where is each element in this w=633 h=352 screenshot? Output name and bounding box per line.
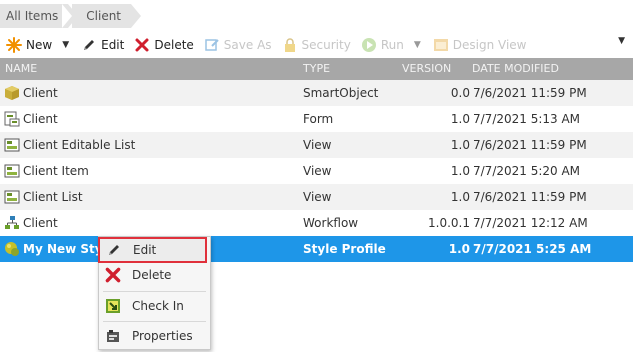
design-view-icon <box>433 37 449 53</box>
context-menu-edit[interactable]: Edit <box>98 237 207 263</box>
column-header-version[interactable]: VERSION <box>402 58 451 80</box>
run-label: Run <box>380 38 404 52</box>
pencil-icon <box>105 241 123 259</box>
row-date-modified: 7/7/2021 5:20 AM <box>473 164 581 178</box>
smartobject-icon <box>4 85 20 101</box>
row-date-modified: 7/7/2021 5:25 AM <box>473 242 592 256</box>
context-menu-check-in-label: Check In <box>132 299 184 313</box>
check-in-icon <box>104 297 122 315</box>
row-version: 1.0 <box>450 190 470 204</box>
row-type: SmartObject <box>303 86 379 100</box>
row-date-modified: 7/6/2021 11:59 PM <box>473 138 587 152</box>
run-icon <box>361 37 377 53</box>
save-as-label: Save As <box>223 38 272 52</box>
run-button[interactable]: Run <box>361 33 404 57</box>
breadcrumb: All Items Client <box>0 4 145 28</box>
new-label: New <box>26 38 53 52</box>
row-type: Form <box>303 112 334 126</box>
context-menu-properties-label: Properties <box>132 329 193 343</box>
context-menu-delete-label: Delete <box>132 268 172 282</box>
row-name: Client <box>23 86 58 100</box>
column-header-type[interactable]: TYPE <box>303 58 330 80</box>
design-view-label: Design View <box>452 38 527 52</box>
row-type: View <box>303 164 332 178</box>
row-type: Workflow <box>303 216 359 230</box>
column-header-date-modified[interactable]: DATE MODIFIED <box>472 58 559 80</box>
row-version: 1.0 <box>450 138 470 152</box>
row-version: 0.0 <box>450 86 470 100</box>
view-icon <box>4 189 20 205</box>
table-row[interactable]: Client Item View 1.0 7/7/2021 5:20 AM <box>0 158 633 184</box>
table-row[interactable]: Client Form 1.0 7/7/2021 5:13 AM <box>0 106 633 132</box>
row-date-modified: 7/7/2021 5:13 AM <box>473 112 581 126</box>
row-version: 1.0 <box>450 112 470 126</box>
view-icon <box>4 163 20 179</box>
table-row[interactable]: Client SmartObject 0.0 7/6/2021 11:59 PM <box>0 80 633 106</box>
new-star-icon <box>6 37 22 53</box>
table-header: NAME TYPE VERSION DATE MODIFIED <box>0 58 633 80</box>
workflow-icon <box>4 215 20 231</box>
row-version: 1.0 <box>450 164 470 178</box>
breadcrumb-client[interactable]: Client <box>62 4 141 28</box>
table-row[interactable]: Client List View 1.0 7/6/2021 11:59 PM <box>0 184 633 210</box>
row-version: 1.0.0.1 <box>428 216 470 230</box>
edit-label: Edit <box>101 38 125 52</box>
delete-x-icon <box>134 37 150 53</box>
toolbar-overflow-chevron-icon[interactable]: ▼ <box>618 36 625 46</box>
delete-button[interactable]: Delete <box>134 33 194 57</box>
row-name: Client <box>23 216 58 230</box>
table-row-selected[interactable]: My New Style Style Profile 1.0 7/7/2021 … <box>0 236 633 262</box>
table-row[interactable]: Client Workflow 1.0.0.1 7/7/2021 12:12 A… <box>0 210 633 236</box>
row-date-modified: 7/6/2021 11:59 PM <box>473 190 587 204</box>
row-name: Client Item <box>23 164 89 178</box>
edit-button[interactable]: Edit <box>81 33 124 57</box>
context-menu-properties[interactable]: Properties <box>99 323 210 349</box>
row-date-modified: 7/7/2021 12:12 AM <box>473 216 588 230</box>
delete-label: Delete <box>154 38 194 52</box>
context-menu-divider <box>103 321 206 322</box>
context-menu-edit-label: Edit <box>133 243 157 257</box>
row-name: Client List <box>23 190 83 204</box>
new-button[interactable]: New <box>6 33 52 57</box>
row-name: Client Editable List <box>23 138 136 152</box>
security-button[interactable]: Security <box>282 33 351 57</box>
row-version: 1.0 <box>448 242 470 256</box>
lock-icon <box>282 37 298 53</box>
delete-x-icon <box>104 266 122 284</box>
breadcrumb-all-items[interactable]: All Items <box>0 4 79 28</box>
save-as-button[interactable]: Save As <box>204 33 272 57</box>
table-row[interactable]: Client Editable List View 1.0 7/6/2021 1… <box>0 132 633 158</box>
design-view-button[interactable]: Design View <box>433 33 527 57</box>
context-menu-delete[interactable]: Delete <box>99 262 210 288</box>
row-type: View <box>303 190 332 204</box>
security-label: Security <box>301 38 351 52</box>
view-icon <box>4 137 20 153</box>
form-icon <box>4 111 20 127</box>
toolbar: New ▼ Edit Delete Save As Security Run ▼ <box>0 32 633 58</box>
column-header-name[interactable]: NAME <box>5 58 37 80</box>
run-dropdown-chevron-icon[interactable]: ▼ <box>414 40 421 50</box>
save-as-icon <box>204 37 220 53</box>
row-name: Client <box>23 112 58 126</box>
row-date-modified: 7/6/2021 11:59 PM <box>473 86 587 100</box>
new-dropdown-chevron-icon[interactable]: ▼ <box>62 40 69 50</box>
context-menu-divider <box>103 291 206 292</box>
row-type: View <box>303 138 332 152</box>
row-type: Style Profile <box>303 242 386 256</box>
style-profile-icon <box>4 241 20 257</box>
pencil-icon <box>81 37 97 53</box>
properties-icon <box>104 327 122 345</box>
context-menu-check-in[interactable]: Check In <box>99 293 210 319</box>
context-menu: Edit Delete Check In Properties <box>98 236 211 350</box>
